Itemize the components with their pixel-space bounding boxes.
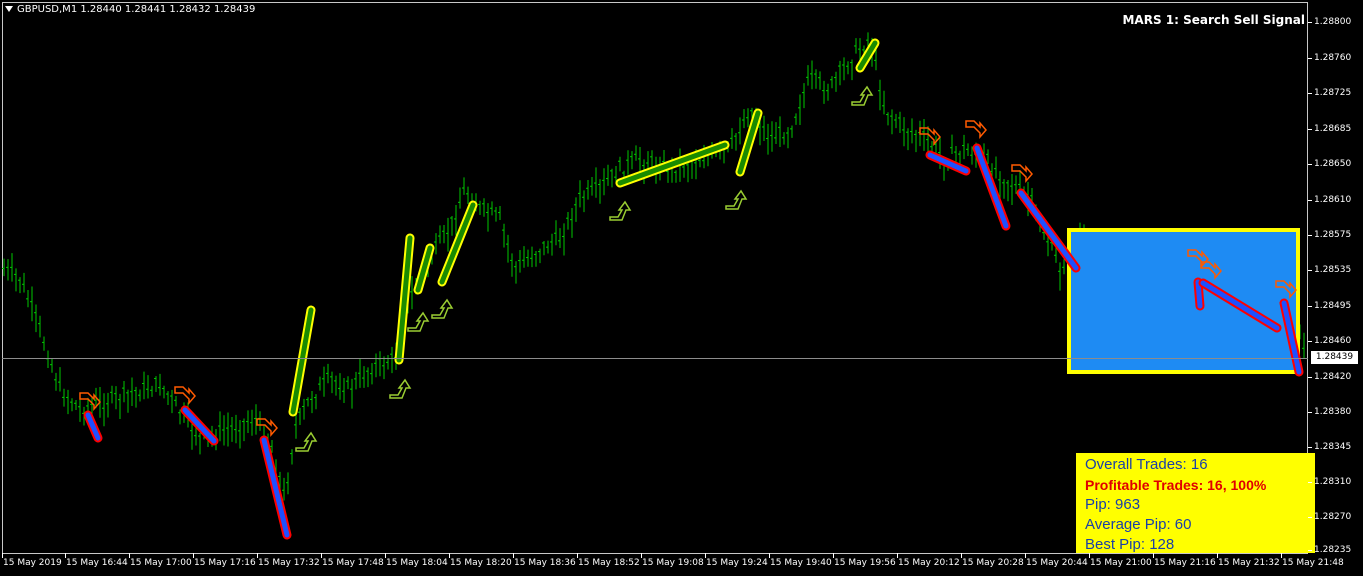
average-pip-text: Average Pip: 60 — [1085, 516, 1192, 533]
buy-trade-segment-core — [439, 202, 476, 285]
price-tick — [1308, 517, 1312, 518]
price-tick-label: 1.28725 — [1314, 88, 1352, 98]
sell-trade-segment-core — [1018, 190, 1079, 271]
price-tick — [1308, 22, 1312, 23]
price-tick-label: 1.28235 — [1314, 545, 1352, 555]
price-tick — [1308, 306, 1312, 307]
price-tick — [1308, 341, 1312, 342]
up-arrow-icon — [407, 311, 430, 332]
up-arrow-icon — [851, 85, 874, 106]
time-tick-label: 15 May 19:08 — [642, 558, 704, 568]
price-tick-label: 1.28495 — [1314, 301, 1352, 311]
buy-trade-segment-core — [737, 110, 761, 175]
overall-trades-text: Overall Trades: 16 — [1085, 456, 1208, 473]
time-tick-label: 15 May 20:28 — [962, 558, 1024, 568]
time-tick-label: 15 May 21:32 — [1218, 558, 1280, 568]
chart-window[interactable]: 1.28439 GBPUSD,M1 1.28440 1.28441 1.2843… — [0, 0, 1363, 576]
down-arrow-icon — [965, 120, 987, 140]
price-tick-label: 1.28270 — [1314, 512, 1352, 522]
pip-text: Pip: 963 — [1085, 496, 1141, 513]
profitable-trades-text: Profitable Trades: 16, 100% — [1085, 477, 1267, 493]
up-arrow-icon — [431, 298, 454, 319]
price-tick — [1308, 412, 1312, 413]
time-tick-label: 15 May 18:20 — [450, 558, 512, 568]
buy-trade-segment-core — [617, 142, 728, 186]
price-tick — [1308, 235, 1312, 236]
time-tick-label: 15 May 19:24 — [706, 558, 768, 568]
down-arrow-icon — [1275, 280, 1297, 300]
price-tick — [1308, 58, 1312, 59]
time-tick-label: 15 May 18:52 — [578, 558, 640, 568]
price-tick — [1308, 200, 1312, 201]
symbol-info-text: GBPUSD,M1 1.28440 1.28441 1.28432 1.2843… — [17, 4, 256, 15]
price-tick-label: 1.28575 — [1314, 230, 1352, 240]
sell-trade-segment-core — [1281, 300, 1302, 375]
sell-trade-segment-core — [927, 152, 969, 174]
price-tick — [1308, 270, 1312, 271]
buy-trade-segment-core — [290, 307, 314, 415]
time-tick-label: 15 May 20:44 — [1026, 558, 1088, 568]
price-tick — [1308, 93, 1312, 94]
time-tick-label: 15 May 21:48 — [1282, 558, 1344, 568]
price-tick-label: 1.28460 — [1314, 336, 1352, 346]
sell-trade-segment-core — [261, 437, 290, 538]
best-pip-text: Best Pip: 128 — [1085, 536, 1175, 553]
bid-price-line — [2, 358, 1308, 359]
price-tick — [1308, 550, 1312, 551]
up-arrow-icon — [609, 200, 632, 221]
sell-trade-segment-core — [974, 145, 1009, 229]
price-tick-label: 1.28650 — [1314, 159, 1352, 169]
up-arrow-icon — [389, 378, 412, 399]
price-tick-label: 1.28800 — [1314, 17, 1352, 27]
time-tick-label: 15 May 20:12 — [898, 558, 960, 568]
price-axis[interactable] — [1308, 2, 1363, 554]
down-arrow-icon — [1011, 164, 1033, 184]
stats-panel: Overall Trades: 16 Profitable Trades: 16… — [1076, 453, 1315, 553]
price-tick-label: 1.28535 — [1314, 265, 1352, 275]
chevron-down-icon[interactable] — [5, 6, 13, 12]
symbol-info: GBPUSD,M1 1.28440 1.28441 1.28432 1.2843… — [5, 4, 255, 15]
time-tick-label: 15 May 17:16 — [194, 558, 256, 568]
time-tick-label: 15 May 17:48 — [322, 558, 384, 568]
up-arrow-icon — [295, 431, 318, 452]
time-tick-label: 15 May 17:00 — [130, 558, 192, 568]
price-tick-label: 1.28310 — [1314, 477, 1352, 487]
price-tick-label: 1.28610 — [1314, 195, 1352, 205]
time-tick-label: 15 May 16:44 — [66, 558, 128, 568]
price-tick-label: 1.28345 — [1314, 442, 1352, 452]
buy-trade-segment-core — [857, 40, 878, 71]
price-tick-label: 1.28685 — [1314, 124, 1352, 134]
time-tick-label: 15 May 2019 — [3, 558, 62, 568]
price-tick-label: 1.28420 — [1314, 372, 1352, 382]
time-tick-label: 15 May 19:56 — [834, 558, 896, 568]
price-tick — [1308, 164, 1312, 165]
time-tick-label: 15 May 21:16 — [1154, 558, 1216, 568]
price-tick — [1308, 129, 1312, 130]
price-tick-label: 1.28380 — [1314, 407, 1352, 417]
down-arrow-icon — [256, 418, 278, 438]
sell-trade-segment-core — [1200, 280, 1280, 331]
down-arrow-icon — [919, 127, 941, 147]
sell-trade-segment-core — [182, 407, 217, 444]
price-tick — [1308, 377, 1312, 378]
time-tick-label: 15 May 19:40 — [770, 558, 832, 568]
down-arrow-icon — [79, 392, 101, 412]
time-tick-label: 15 May 18:04 — [386, 558, 448, 568]
down-arrow-icon — [1187, 249, 1209, 269]
price-tick-label: 1.28760 — [1314, 53, 1352, 63]
indicator-title: MARS 1: Search Sell Signal — [1122, 13, 1305, 27]
price-tick — [1308, 482, 1312, 483]
up-arrow-icon — [725, 189, 748, 210]
time-tick-label: 15 May 18:36 — [514, 558, 576, 568]
down-arrow-icon — [174, 386, 196, 406]
price-tick — [1308, 447, 1312, 448]
time-tick-label: 15 May 17:32 — [258, 558, 320, 568]
time-tick-label: 15 May 21:00 — [1090, 558, 1152, 568]
